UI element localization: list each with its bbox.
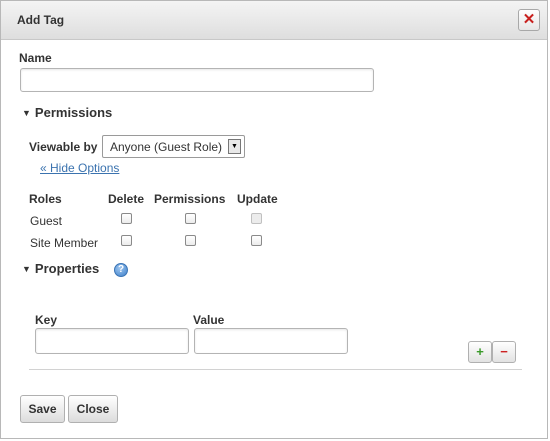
guest-update-checkbox [251,213,262,224]
add-property-button[interactable]: + [468,341,492,363]
value-label: Value [193,313,225,327]
viewable-by-select[interactable]: Anyone (Guest Role) ▼ [102,135,245,158]
help-icon[interactable]: ? [114,263,128,277]
minus-icon: − [500,344,508,359]
dialog-titlebar: Add Tag ✕ [1,1,547,40]
viewable-by-label: Viewable by [29,140,98,154]
name-label: Name [19,51,52,65]
site-member-permissions-checkbox[interactable] [185,235,196,246]
collapse-triangle-icon: ▼ [22,108,31,118]
property-value-input[interactable] [194,328,348,354]
close-button[interactable]: Close [68,395,118,423]
guest-delete-checkbox[interactable] [121,213,132,224]
property-key-input[interactable] [35,328,189,354]
name-input[interactable] [20,68,374,92]
permissions-column-header: Permissions [154,192,226,206]
permissions-heading: Permissions [34,105,113,120]
dialog-title: Add Tag [17,13,65,27]
viewable-by-value: Anyone (Guest Role) [110,140,223,154]
hide-options-link[interactable]: « Hide Options [40,161,119,175]
update-column-header: Update [237,192,278,206]
plus-icon: + [476,344,484,359]
permissions-toggle[interactable]: ▼ Permissions [22,105,112,120]
properties-toggle[interactable]: ▼ Properties [22,261,99,276]
remove-property-button[interactable]: − [492,341,516,363]
key-label: Key [35,313,58,327]
guest-permissions-checkbox[interactable] [185,213,196,224]
divider [29,369,522,370]
site-member-update-checkbox[interactable] [251,235,262,246]
dropdown-arrow-icon: ▼ [228,139,241,154]
close-icon[interactable]: ✕ [518,9,540,31]
properties-heading: Properties [34,261,100,276]
role-guest-label: Guest [30,214,63,228]
role-site-member-label: Site Member [30,236,99,250]
collapse-triangle-icon: ▼ [22,264,31,274]
add-tag-dialog: Add Tag ✕ Name ▼ Permissions Viewable by … [0,0,548,439]
delete-column-header: Delete [108,192,145,206]
site-member-delete-checkbox[interactable] [121,235,132,246]
roles-column-header: Roles [29,192,62,206]
save-button[interactable]: Save [20,395,65,423]
